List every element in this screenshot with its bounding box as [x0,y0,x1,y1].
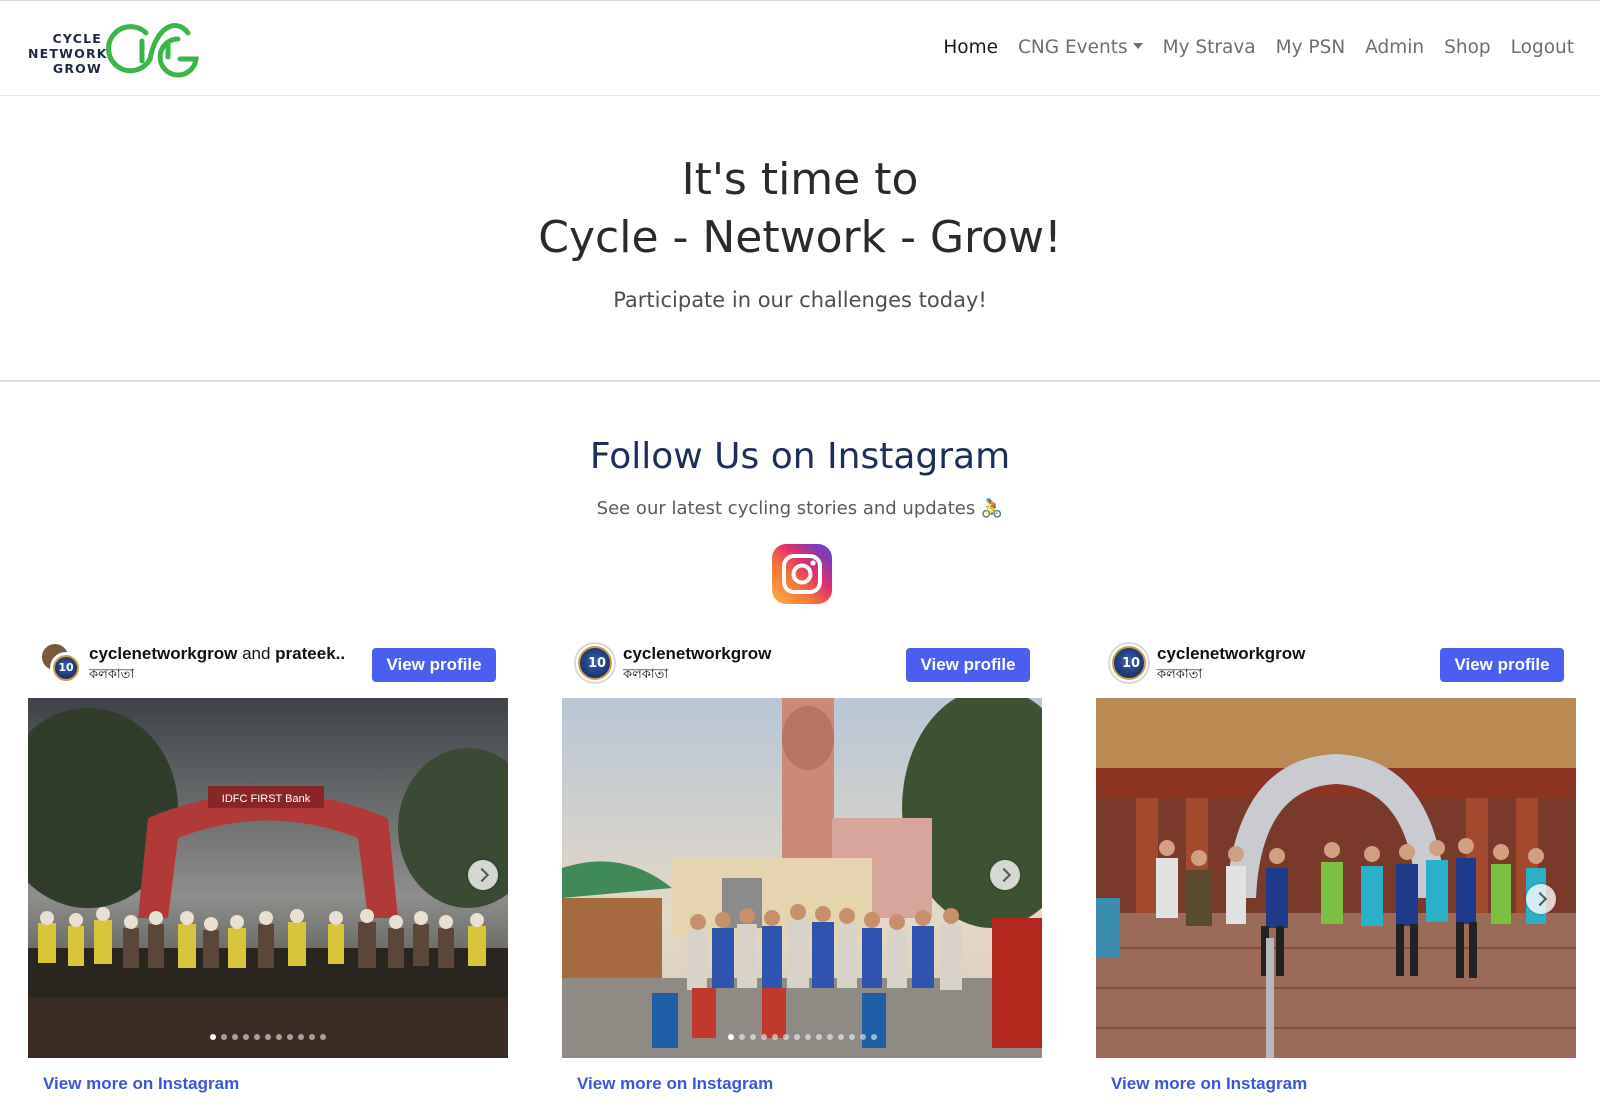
post-header: 10 cyclenetworkgrow and prateek.. কলকাতা… [28,638,508,688]
view-profile-button[interactable]: View profile [1440,648,1564,682]
carousel-dot[interactable] [254,1034,260,1040]
account-names[interactable]: cyclenetworkgrow and prateek.. [89,644,345,664]
hero-title-line1: It's time to [681,154,919,205]
account-names[interactable]: cyclenetworkgrow [623,644,771,664]
brand-line-network: NETWORK [28,46,108,61]
hero-title-line2: Cycle - Network - Grow! [538,212,1062,263]
post-photo-image: IDFC FIRST Bank [28,698,508,1058]
post-photo[interactable] [562,698,1042,1058]
carousel-dot[interactable] [760,1034,767,1040]
account-and: and [242,644,271,663]
brand-line-cycle: CYCLE [52,31,102,46]
nav-cng-events-dropdown[interactable]: CNG Events [1008,33,1153,63]
view-profile-button[interactable]: View profile [372,648,496,682]
nav-admin[interactable]: Admin [1355,33,1434,63]
nav-logout[interactable]: Logout [1501,33,1584,63]
nav-my-psn[interactable]: My PSN [1266,33,1356,63]
brand-line-grow: GROW [52,61,102,76]
view-more-link[interactable]: View more on Instagram [577,1074,773,1094]
carousel-dot[interactable] [826,1034,833,1040]
avatar-badge: 10 [53,655,79,681]
account-name: cyclenetworkgrow [89,644,238,663]
view-more-link[interactable]: View more on Instagram [43,1074,239,1094]
account-name: cyclenetworkgrow [623,644,772,663]
brand-wordmark: CYCLE NETWORK GROW [28,31,108,76]
view-more-link[interactable]: View more on Instagram [1111,1074,1307,1094]
post-photo-image [1096,698,1576,1058]
svg-text:IDFC FIRST Bank: IDFC FIRST Bank [222,793,311,805]
post-header: 10 cyclenetworkgrow কলকাতা View profile [1096,638,1576,688]
avatar-badge: 10 [578,646,612,680]
nav-my-strava[interactable]: My Strava [1153,33,1266,63]
account-names[interactable]: cyclenetworkgrow [1157,644,1305,664]
next-slide-arrow-icon[interactable] [990,860,1020,890]
carousel-dot[interactable] [727,1034,734,1040]
carousel-dot[interactable] [749,1034,756,1040]
navbar: CYCLE NETWORK GROW Home CNG Events My St… [0,0,1600,96]
carousel-dot[interactable] [320,1034,326,1040]
carousel-dot[interactable] [221,1034,227,1040]
cng-logo-icon [106,23,199,78]
next-slide-arrow-icon[interactable] [1526,884,1556,914]
carousel-dot[interactable] [859,1034,866,1040]
nav-shop[interactable]: Shop [1434,33,1501,63]
account-avatar[interactable]: 10 [1108,642,1150,684]
carousel-dot[interactable] [771,1034,778,1040]
carousel-dots [28,1034,508,1040]
instagram-heading: Follow Us on Instagram [589,436,1011,477]
account-avatar[interactable]: 10 [574,642,616,684]
nav-cng-events-label: CNG Events [1018,37,1128,58]
instagram-subtitle: See our latest cycling stories and updat… [596,498,1004,519]
avatar-badge: 10 [1112,646,1146,680]
post-header: 10 cyclenetworkgrow কলকাতা View profile [562,638,1042,688]
carousel-dot[interactable] [243,1034,249,1040]
post-location[interactable]: কলকাতা [623,665,668,686]
carousel-dot[interactable] [232,1034,238,1040]
carousel-dot[interactable] [210,1034,216,1040]
avatar-badge-text: 10 [58,661,74,674]
view-profile-button[interactable]: View profile [906,648,1030,682]
post-location[interactable]: কলকাতা [89,665,134,686]
hero-subtitle: Participate in our challenges today! [613,288,987,312]
main-nav: Home CNG Events My Strava My PSN Admin S… [933,33,1584,63]
post-location[interactable]: কলকাতা [1157,665,1202,686]
carousel-dot[interactable] [309,1034,315,1040]
nav-home[interactable]: Home [933,33,1008,63]
instagram-post-card: 10 cyclenetworkgrow কলকাতা View profile [562,638,1042,1098]
carousel-dot[interactable] [815,1034,822,1040]
avatar-badge-text: 10 [587,656,607,671]
carousel-dot[interactable] [837,1034,844,1040]
instagram-post-card: 10 cyclenetworkgrow কলকাতা View profile … [1096,638,1576,1098]
carousel-dots [562,1034,1042,1040]
carousel-dot[interactable] [848,1034,855,1040]
carousel-dot[interactable] [782,1034,789,1040]
instagram-icon[interactable] [772,544,832,604]
instagram-post-card: 10 cyclenetworkgrow and prateek.. কলকাতা… [28,638,508,1098]
carousel-dot[interactable] [870,1034,877,1040]
carousel-dot[interactable] [276,1034,282,1040]
coauthor-name: prateek.. [275,644,346,663]
avatar-badge-text: 10 [1121,656,1141,671]
carousel-dot[interactable] [298,1034,304,1040]
carousel-dot[interactable] [804,1034,811,1040]
carousel-dot[interactable] [287,1034,293,1040]
caret-down-icon [1132,43,1143,49]
post-photo-image [562,698,1042,1058]
post-photo[interactable]: IDFC FIRST Bank [28,698,508,1058]
post-photo[interactable] [1096,698,1576,1058]
hero-section: It's time to Cycle - Network - Grow! Par… [0,96,1600,382]
carousel-dot[interactable] [793,1034,800,1040]
next-slide-arrow-icon[interactable] [468,860,498,890]
brand-logo-link[interactable]: CYCLE NETWORK GROW [28,19,206,79]
carousel-dot[interactable] [265,1034,271,1040]
carousel-dot[interactable] [738,1034,745,1040]
account-name: cyclenetworkgrow [1157,644,1306,663]
account-avatar[interactable]: 10 [50,652,82,684]
